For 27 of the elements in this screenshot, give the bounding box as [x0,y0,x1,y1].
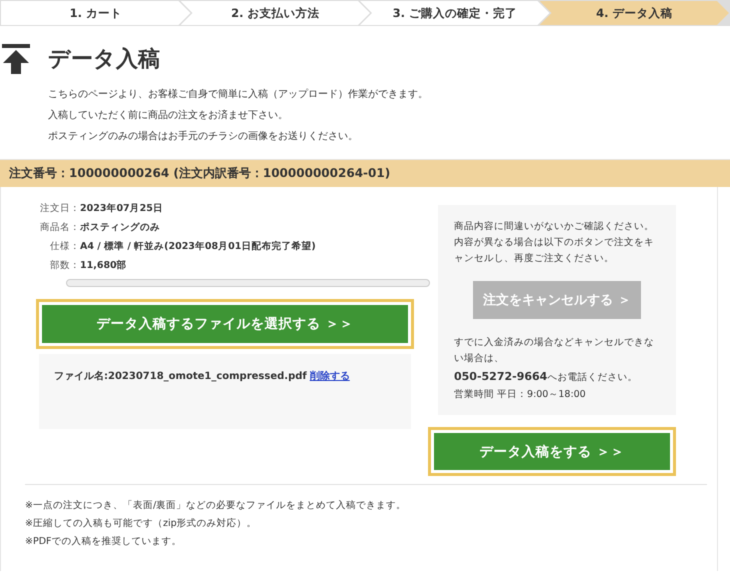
detail-label: 部数： [50,260,80,271]
intro-text: こちらのページより、お客様ご自身で簡単に入稿（アップロード）作業ができます。 [48,88,429,102]
intro-text: 入稿していただく前に商品の注文をお済ませ下さい。 [48,108,289,123]
business-hours: 営業時間 平日：9:00～18:00 [454,388,587,402]
phone-text: へお電話ください。 [547,372,638,383]
detail-value: 2023年07月25日 [80,203,163,214]
upload-icon [2,44,30,74]
phone-number: 050-5272-9664 [454,370,548,383]
detail-value: ポスティングのみ [80,222,160,233]
order-header: 注文番号：100000000264 (注文内訳番号：100000000264-01) [0,159,730,187]
submit-button[interactable]: データ入稿をする ＞＞ [434,433,670,470]
select-file-button[interactable]: データ入稿するファイルを選択する ＞＞ [42,305,408,343]
note-text: ※圧縮しての入稿も可能です（zip形式のみ対応）。 [25,517,258,531]
cancel-note: すでに入金済みの場合などキャンセルできない場合は、 [454,336,655,366]
notice-text: 商品内容に間違いがないかご確認ください。内容が異なる場合は以下のボタンで注文をキャンセルし、再度ご注文ください。 [454,220,655,266]
intro-text: ポスティングのみの場合はお手元のチラシの画像をお送りください。 [48,130,359,144]
detail-label: 注文日： [40,203,80,214]
cancel-order-button[interactable]: 注文をキャンセルする ＞ [473,281,641,319]
page-title: データ入稿 [48,46,160,74]
detail-label: 仕様： [50,241,80,252]
note-text: ※一点の注文につき、「表面/裏面」などの必要なファイルをまとめて入稿できます。 [25,499,408,513]
delete-link[interactable]: 削除する [310,371,350,382]
detail-value: 11,680部 [80,260,127,271]
file-name: ファイル名:20230718_omote1_compressed.pdf [54,371,307,382]
detail-label: 商品名： [40,222,80,233]
detail-value: A4 / 標準 / 軒並み(2023年08月01日配布完了希望) [80,241,316,252]
note-text: ※PDFでの入稿を推奨しています。 [25,535,182,549]
